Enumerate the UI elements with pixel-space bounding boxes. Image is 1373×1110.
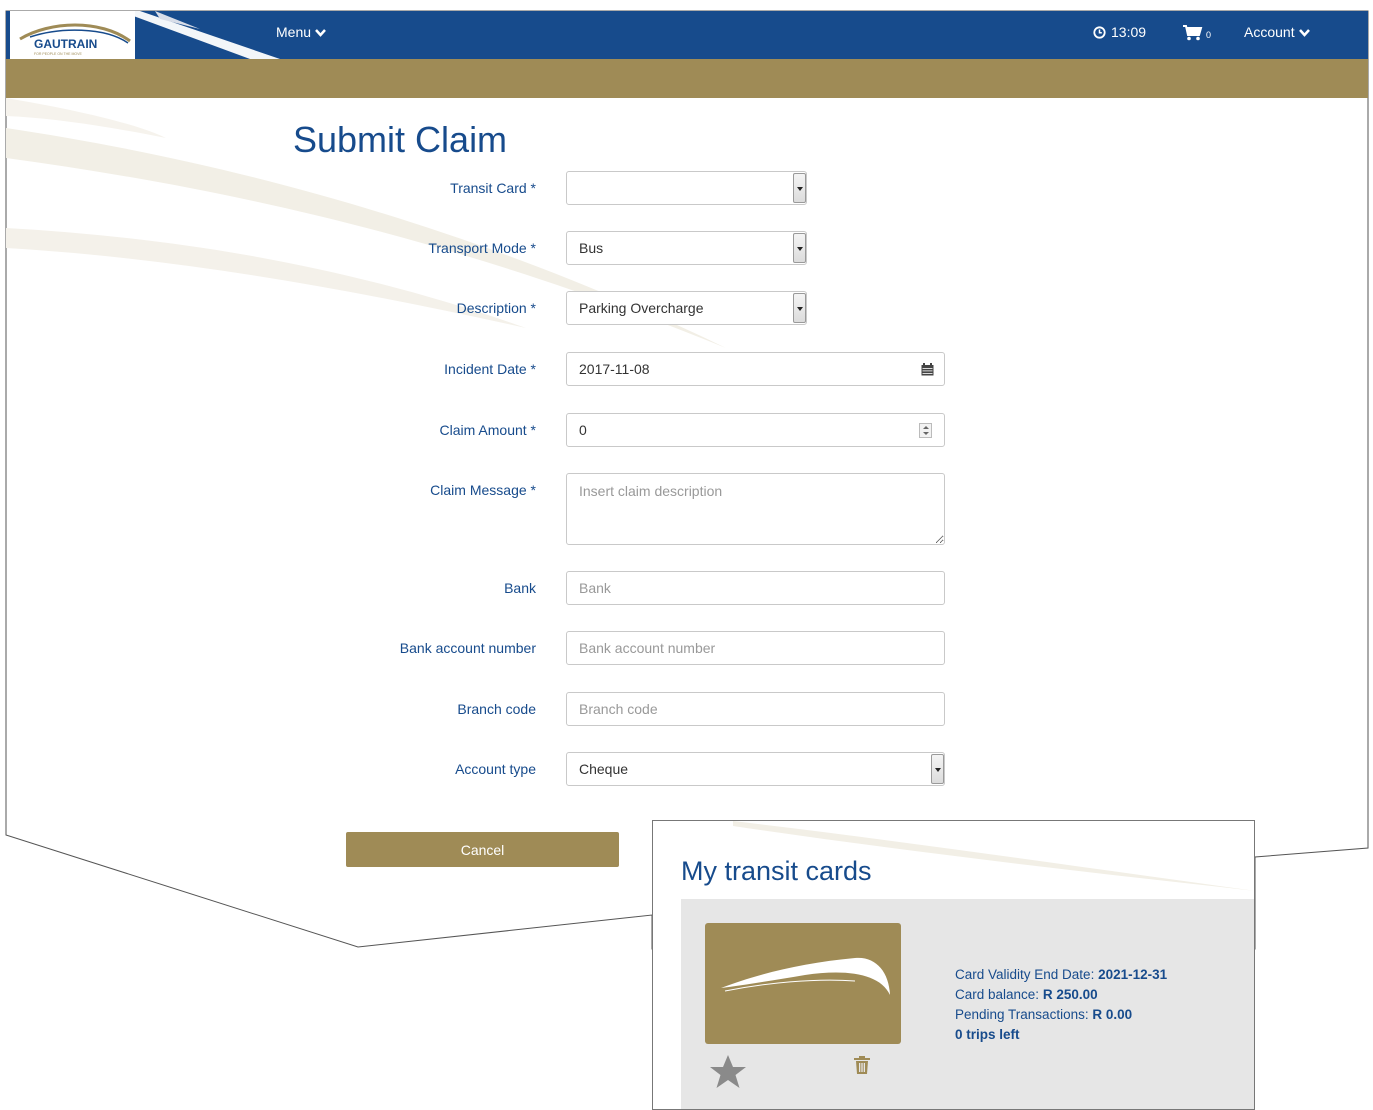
- card-validity-label: Card Validity End Date:: [955, 967, 1095, 982]
- transit-card-image[interactable]: [705, 923, 901, 1044]
- branch-code-input[interactable]: [566, 692, 945, 726]
- transport-mode-value: Bus: [579, 240, 604, 256]
- card-logo-icon: [721, 957, 890, 995]
- dropdown-arrow-icon[interactable]: [931, 754, 944, 784]
- cart-button[interactable]: 0: [1182, 24, 1211, 41]
- card-pending-row: Pending Transactions: R 0.00: [955, 1005, 1167, 1025]
- card-balance-row: Card balance: R 250.00: [955, 985, 1167, 1005]
- cart-icon: [1183, 25, 1203, 41]
- clock-display: 13:09: [1093, 24, 1146, 40]
- bank-input[interactable]: [566, 571, 945, 605]
- transport-mode-select[interactable]: Bus: [566, 231, 807, 265]
- clock-time: 13:09: [1111, 24, 1147, 40]
- incident-date-label: Incident Date *: [444, 361, 536, 377]
- clock-icon: [1093, 26, 1106, 39]
- menu-dropdown[interactable]: Menu: [276, 24, 326, 40]
- card-pending-value: R 0.00: [1092, 1007, 1133, 1022]
- account-dropdown[interactable]: Account: [1244, 24, 1310, 40]
- transit-card-label: Transit Card *: [450, 180, 536, 196]
- header-gold-band: [6, 59, 1368, 98]
- card-pending-label: Pending Transactions:: [955, 1007, 1089, 1022]
- transit-cards-title: My transit cards: [681, 856, 872, 886]
- card-trips-value: 0 trips left: [955, 1027, 1020, 1042]
- claim-message-label: Claim Message *: [430, 482, 536, 498]
- bank-label: Bank: [504, 580, 536, 596]
- dropdown-arrow-icon[interactable]: [793, 173, 806, 203]
- claim-amount-input[interactable]: 0: [566, 413, 945, 447]
- dropdown-arrow-icon[interactable]: [793, 293, 806, 323]
- claim-amount-label: Claim Amount *: [439, 422, 536, 438]
- chevron-down-icon: [315, 29, 326, 38]
- top-nav-bar: GAUTRAIN FOR PEOPLE ON THE MOVE Menu 13:…: [6, 11, 1368, 59]
- description-label: Description *: [456, 300, 536, 316]
- chevron-down-icon: [1298, 29, 1310, 38]
- cart-count: 0: [1206, 30, 1212, 40]
- description-select[interactable]: Parking Overcharge: [566, 291, 807, 325]
- description-value: Parking Overcharge: [579, 300, 704, 316]
- transit-card-select[interactable]: [566, 171, 807, 205]
- account-type-value: Cheque: [579, 761, 629, 777]
- claim-message-textarea[interactable]: [566, 473, 945, 545]
- logo-tagline-text: FOR PEOPLE ON THE MOVE: [34, 52, 82, 56]
- star-icon[interactable]: [709, 1054, 747, 1090]
- cancel-button[interactable]: Cancel: [346, 832, 619, 867]
- claim-amount-value: 0: [579, 422, 587, 438]
- page-title: Submit Claim: [293, 119, 508, 160]
- transport-mode-label: Transport Mode *: [428, 240, 536, 256]
- account-label: Account: [1244, 24, 1295, 40]
- spinner-icon[interactable]: [919, 423, 932, 438]
- incident-date-input[interactable]: 2017-11-08: [566, 352, 945, 386]
- account-type-select[interactable]: Cheque: [566, 752, 945, 786]
- menu-label: Menu: [276, 24, 312, 40]
- trash-icon[interactable]: [854, 1056, 870, 1074]
- card-validity-row: Card Validity End Date: 2021-12-31: [955, 965, 1167, 985]
- dropdown-arrow-icon[interactable]: [793, 233, 806, 263]
- card-validity-value: 2021-12-31: [1098, 967, 1168, 982]
- logo-brand-text: GAUTRAIN: [34, 37, 97, 51]
- card-balance-label: Card balance:: [955, 987, 1040, 1002]
- card-details: Card Validity End Date: 2021-12-31 Card …: [955, 965, 1167, 1045]
- bank-account-input[interactable]: [566, 631, 945, 665]
- bank-account-label: Bank account number: [399, 640, 536, 656]
- card-trips-row: 0 trips left: [955, 1025, 1167, 1045]
- branch-code-label: Branch code: [457, 701, 536, 717]
- transit-card-item: Card Validity End Date: 2021-12-31 Card …: [681, 899, 1254, 1109]
- incident-date-value: 2017-11-08: [579, 361, 650, 377]
- transit-cards-panel: My transit cards Card Validity End Date:…: [652, 820, 1255, 1110]
- account-type-label: Account type: [455, 761, 536, 777]
- calendar-icon[interactable]: [921, 363, 934, 376]
- gautrain-logo[interactable]: GAUTRAIN FOR PEOPLE ON THE MOVE: [10, 11, 280, 59]
- card-balance-value: R 250.00: [1042, 987, 1098, 1002]
